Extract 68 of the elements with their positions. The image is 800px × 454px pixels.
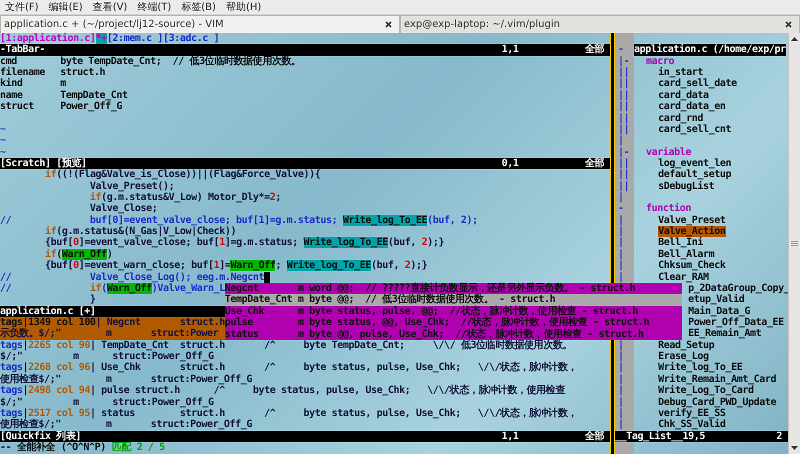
code-line: if((!(Flag&Valve_is_Close))||(Flag&Force_Valve)){ <box>44 169 320 181</box>
fold-marker: | <box>617 340 625 351</box>
fold-marker: | <box>617 248 625 260</box>
field-key: struct <box>0 101 60 113</box>
field-value: byte TempDate_Cnt; // 低3位临时数据使用次数。 <box>60 56 301 68</box>
match-count: 匹配 2 / 5 <box>112 442 165 454</box>
code-line: if(Warn_Off) <box>44 248 112 260</box>
empty-line-marker: ~ <box>0 135 6 147</box>
fold-marker: || <box>617 112 630 124</box>
fold-marker: || <box>617 78 630 90</box>
code-line: } <box>88 294 96 306</box>
status-filename: __Tag_List__ <box>615 430 682 442</box>
status-filename: application.c [+] <box>0 306 96 317</box>
fold-marker: - <box>617 203 625 215</box>
scroll-position: 2 <box>775 430 783 442</box>
empty-line-marker: ~ <box>0 146 6 158</box>
fold-marker: | <box>617 192 625 204</box>
field-key: filename <box>0 67 60 78</box>
code-line: Valve_Close; <box>88 203 158 215</box>
fold-marker: || <box>617 124 630 135</box>
fold-marker: | <box>617 237 625 249</box>
fold-marker: || <box>617 67 630 78</box>
code-line: if(g.m.status&(N_Gas|V_Low|Check)) <box>44 226 236 238</box>
cursor-position: 1,1 <box>502 44 520 56</box>
fold-marker: | <box>617 408 625 419</box>
fold-marker: || <box>617 180 630 192</box>
field-value: struct.h <box>60 67 106 78</box>
fold-marker: | <box>617 351 625 362</box>
fold-marker: || <box>617 90 630 101</box>
code-line: // Valve_Close_Log(); eeg.m.Negcnt <box>0 272 264 283</box>
empty-line-marker: ~ <box>0 124 6 136</box>
modified-flag: *+ <box>96 33 107 44</box>
fold-marker: | <box>617 362 625 374</box>
fold-marker: | <box>617 385 625 397</box>
fold-marker: - <box>617 44 625 56</box>
fold-marker: || <box>617 101 630 113</box>
status-filename: [Scratch] [预览] <box>0 158 87 169</box>
code-line: if(g.m.status&V_Low) Motor_Dly*=2; <box>88 192 282 204</box>
fold-marker: | <box>617 226 625 238</box>
status-filename: -TabBar- <box>0 44 45 56</box>
fold-marker: |- <box>617 146 630 158</box>
fold-marker: | <box>617 419 625 430</box>
scroll-position: 全部 <box>584 430 606 442</box>
field-value: TempDate_Cnt <box>60 90 128 102</box>
cursor-position: 0,1 <box>502 158 520 170</box>
code-line: // buf[0]=event_valve_close; buf[1]=g.m.status; Write_log_To_EE(buf, 2); <box>0 214 478 226</box>
field-key: cmd <box>0 56 60 68</box>
code-line: Valve_Preset(); <box>88 180 174 192</box>
field-key: kind <box>0 78 60 90</box>
mode-message: -- 全能补全 (^O^N^P) <box>0 442 106 454</box>
status-filename: [Quickfix 列表] <box>0 430 82 442</box>
cursor-position: 19,5 <box>682 430 706 442</box>
fold-marker: |- <box>617 56 630 67</box>
fold-marker: | <box>617 374 625 385</box>
scroll-position: 全部 <box>584 44 606 56</box>
tag-file-header: application.c (/home/exp/pr <box>634 44 786 56</box>
cursor-position: 1,1 <box>502 430 520 442</box>
field-value: Power_Off_G <box>60 101 122 113</box>
fold-marker: | <box>617 135 625 147</box>
fold-marker: || <box>617 169 630 181</box>
fold-marker: | <box>617 214 625 226</box>
fold-marker: || <box>617 158 630 169</box>
scroll-position: 全部 <box>584 158 606 170</box>
fold-marker: | <box>617 272 625 283</box>
field-value: m <box>60 78 66 90</box>
field-key: name <box>0 90 60 102</box>
fold-marker: | <box>617 396 625 408</box>
fold-marker: | <box>617 260 625 272</box>
